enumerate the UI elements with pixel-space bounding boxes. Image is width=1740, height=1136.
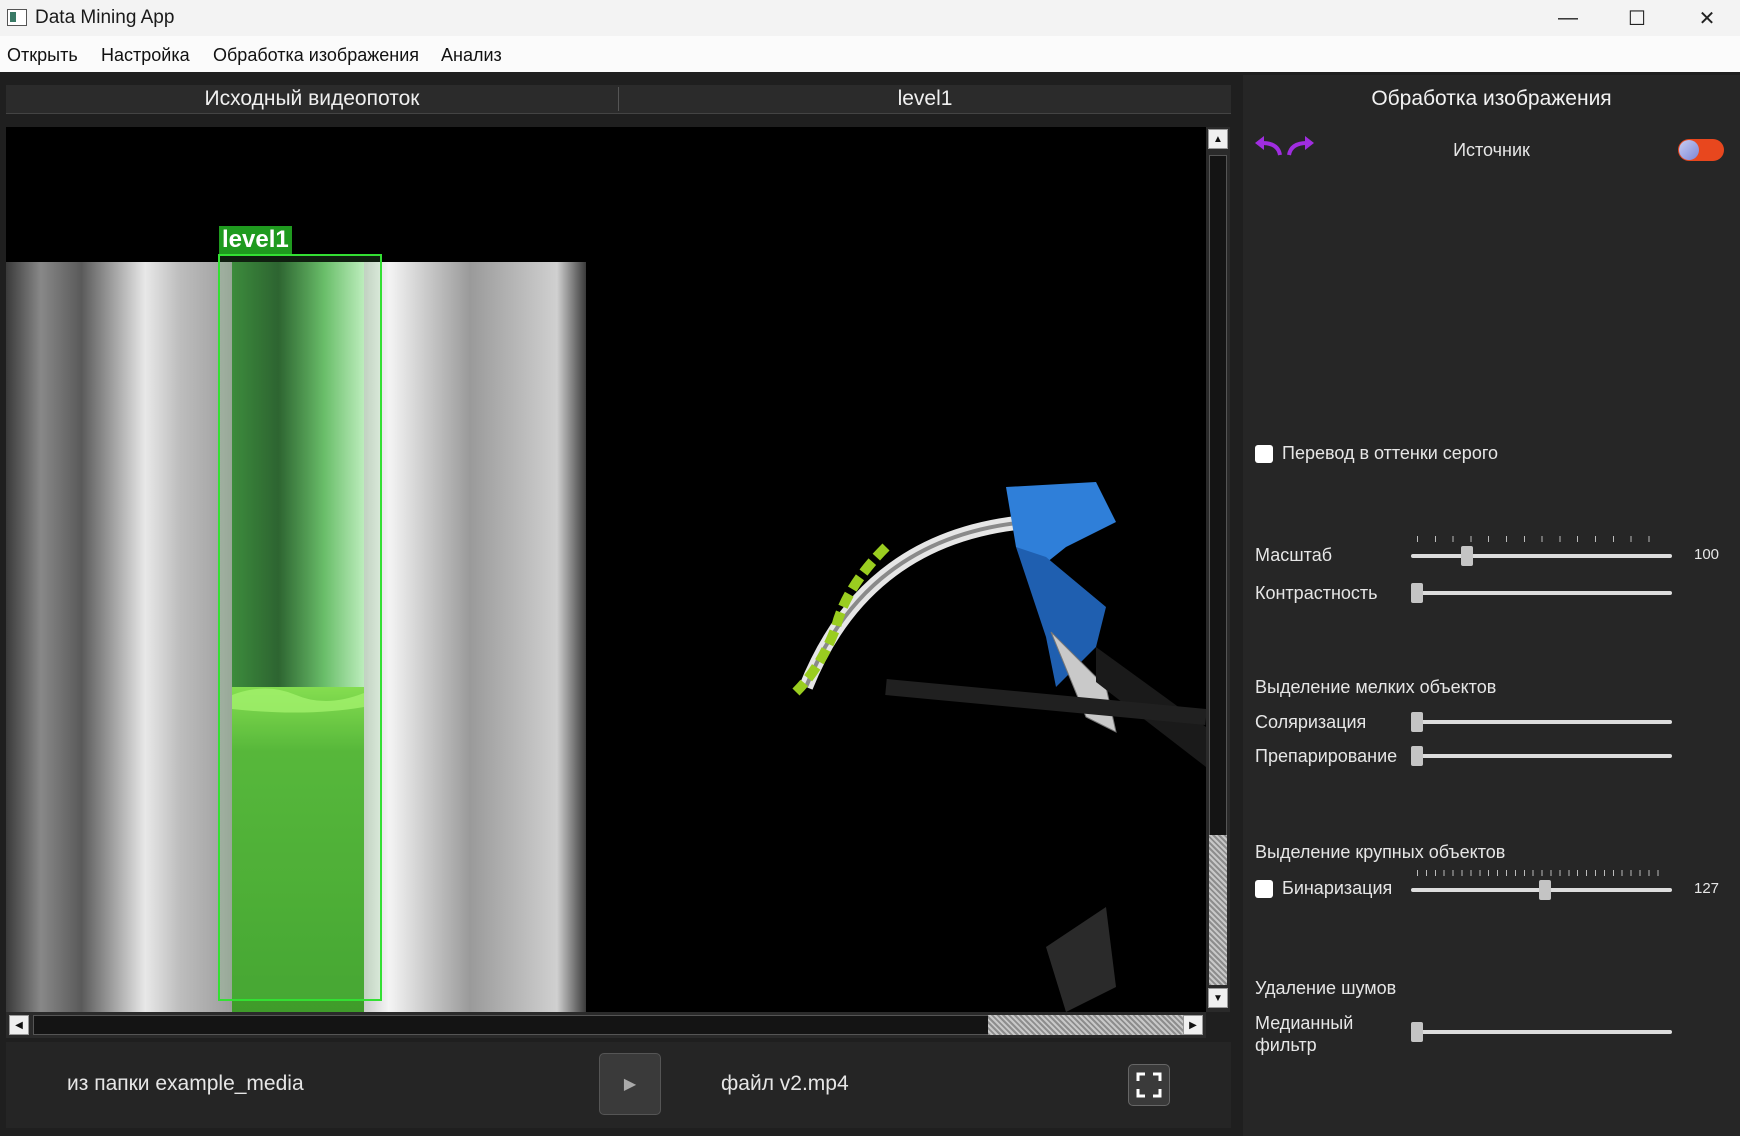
- play-icon: ▶: [623, 1076, 637, 1093]
- solarize-label: Соляризация: [1255, 712, 1367, 732]
- large-objects-title: Выделение крупных объектов: [1255, 842, 1506, 862]
- source-label: Источник: [1453, 140, 1530, 160]
- binarize-label: Бинаризация: [1282, 878, 1393, 898]
- scale-handle[interactable]: [1461, 546, 1473, 566]
- scroll-left-button[interactable]: ◀: [9, 1015, 29, 1035]
- vertical-scrollbar[interactable]: ▲ ▼: [1206, 127, 1230, 1012]
- source-toggle[interactable]: [1678, 139, 1724, 161]
- scale-ticks: [1417, 536, 1666, 542]
- contrast-label: Контрастность: [1255, 583, 1378, 603]
- binarize-value: 127: [1694, 880, 1720, 897]
- median-handle[interactable]: [1411, 1022, 1423, 1042]
- play-button[interactable]: ▶: [599, 1053, 661, 1115]
- fullscreen-icon: [1136, 1072, 1162, 1098]
- solarize-handle[interactable]: [1411, 712, 1423, 732]
- playback-bar: из папки example_media ▶ файл v2.mp4: [6, 1042, 1231, 1128]
- panel-title: Обработка изображения: [1371, 87, 1612, 110]
- median-groove: [1411, 1030, 1672, 1034]
- binarize-handle[interactable]: [1539, 880, 1551, 900]
- prep-slider[interactable]: [1411, 744, 1672, 768]
- contrast-slider[interactable]: [1411, 581, 1672, 605]
- small-objects-title: Выделение мелких объектов: [1255, 677, 1497, 697]
- video-frame: [6, 127, 1206, 1012]
- median-slider[interactable]: [1411, 1020, 1672, 1044]
- scale-groove: [1411, 554, 1672, 558]
- video-viewport[interactable]: level1: [6, 127, 1206, 1012]
- menu-image-processing[interactable]: Обработка изображения: [213, 45, 419, 66]
- grayscale-checkbox[interactable]: [1255, 444, 1273, 463]
- median-label-line2: фильтр: [1255, 1035, 1317, 1055]
- view-tabs: Исходный видеопоток level1: [6, 85, 1231, 114]
- toggle-knob: [1679, 140, 1699, 160]
- horizontal-scrollbar[interactable]: ◀ ▶: [6, 1012, 1206, 1038]
- source-folder-label: из папки example_media: [67, 1072, 304, 1095]
- binarize-option[interactable]: Бинаризация: [1255, 878, 1392, 899]
- scroll-right-button[interactable]: ▶: [1183, 1015, 1203, 1035]
- grayscale-label: Перевод в оттенки серого: [1282, 443, 1499, 463]
- maximize-button[interactable]: ☐: [1602, 0, 1672, 36]
- roi-label: level1: [219, 226, 292, 254]
- grayscale-option[interactable]: Перевод в оттенки серого: [1255, 443, 1498, 464]
- fullscreen-button[interactable]: [1128, 1064, 1170, 1106]
- binarize-checkbox[interactable]: [1255, 879, 1273, 898]
- prep-label: Препарирование: [1255, 746, 1398, 766]
- tab-source-stream[interactable]: Исходный видеопоток: [6, 85, 618, 113]
- file-name-label: файл v2.mp4: [721, 1072, 849, 1095]
- scale-slider[interactable]: [1411, 536, 1672, 568]
- menu-bar: Открыть Настройка Обработка изображения …: [0, 36, 1740, 72]
- solarize-slider[interactable]: [1411, 710, 1672, 734]
- scroll-thumb-horizontal[interactable]: [988, 1015, 1183, 1035]
- scale-value: 100: [1694, 546, 1720, 563]
- menu-open[interactable]: Открыть: [7, 45, 78, 66]
- scroll-thumb-vertical[interactable]: [1209, 835, 1227, 985]
- window-title: Data Mining App: [35, 7, 175, 28]
- scale-label: Масштаб: [1255, 545, 1333, 565]
- app-icon: [7, 9, 27, 26]
- prep-handle[interactable]: [1411, 746, 1423, 766]
- menu-settings[interactable]: Настройка: [101, 45, 190, 66]
- close-button[interactable]: ✕: [1672, 0, 1740, 36]
- median-label-line1: Медианный: [1255, 1013, 1354, 1033]
- scroll-up-button[interactable]: ▲: [1208, 129, 1228, 149]
- solarize-groove: [1411, 720, 1672, 724]
- prep-groove: [1411, 754, 1672, 758]
- median-label: Медианный фильтр: [1255, 1012, 1353, 1056]
- menu-analysis[interactable]: Анализ: [441, 45, 502, 66]
- minimize-button[interactable]: —: [1533, 0, 1603, 36]
- noise-title: Удаление шумов: [1255, 978, 1397, 998]
- scroll-down-button[interactable]: ▼: [1208, 988, 1228, 1008]
- binarize-slider[interactable]: [1411, 870, 1672, 902]
- tab-level1[interactable]: level1: [619, 85, 1231, 113]
- binarize-ticks: [1417, 870, 1666, 876]
- title-bar: Data Mining App — ☐ ✕: [0, 0, 1740, 36]
- contrast-handle[interactable]: [1411, 583, 1423, 603]
- image-processing-panel: Обработка изображения Источник Перевод в…: [1243, 75, 1740, 1136]
- contrast-groove: [1411, 591, 1672, 595]
